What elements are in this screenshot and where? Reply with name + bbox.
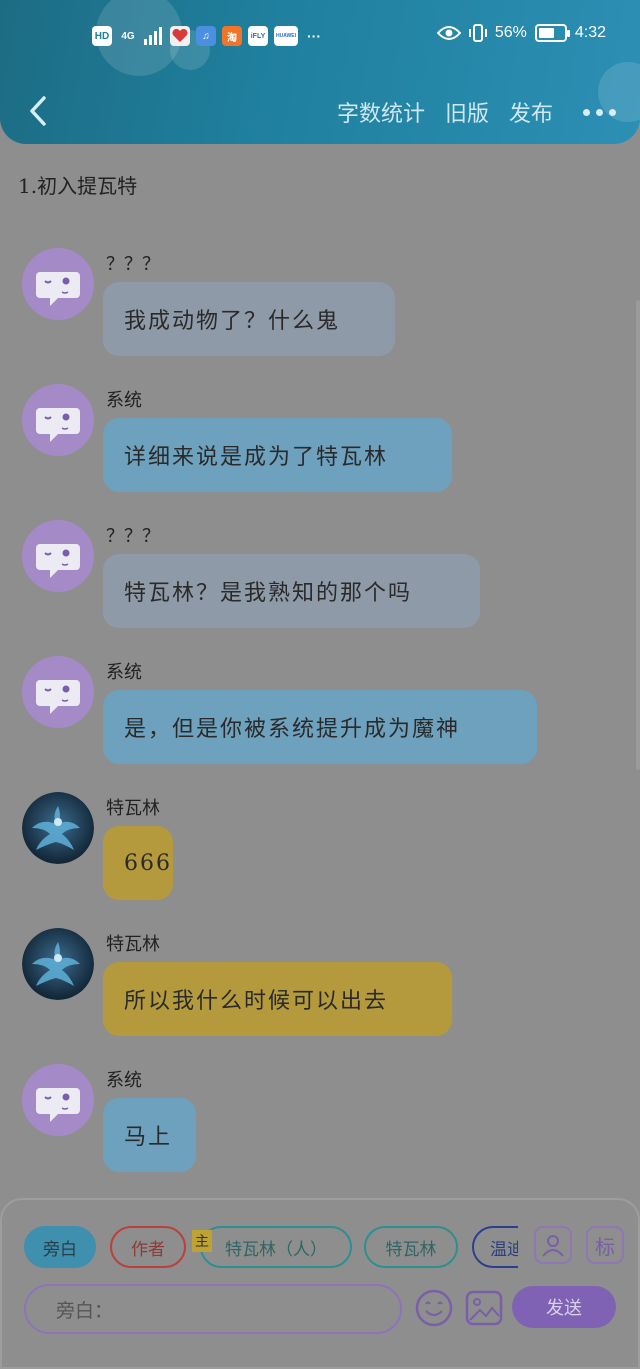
chat-message[interactable]: ？？？ 我成动物了？什么鬼: [22, 248, 622, 368]
app-icon-red: [170, 26, 190, 46]
vibrate-icon: [468, 24, 487, 42]
sender-name: 特瓦林: [106, 798, 160, 819]
battery-icon: [534, 24, 570, 42]
sender-name: 特瓦林: [106, 934, 160, 955]
sender-name: 系统: [106, 390, 142, 411]
chat-message[interactable]: 特瓦林所以我什么时候可以出去: [22, 928, 622, 1048]
sender-name: ？？？: [106, 526, 160, 547]
emoji-icon[interactable]: [414, 1288, 454, 1328]
message-bubble[interactable]: 是，但是你被系统提升成为魔神: [103, 690, 537, 764]
publish-button[interactable]: 发布: [509, 96, 553, 128]
role-chip-venti[interactable]: 温迪: [472, 1226, 518, 1268]
status-bar: HD 4G ♫ 淘 iFLY HUAWEI ··· 56% 4:32: [0, 22, 640, 52]
music-app-icon: ♫: [196, 26, 216, 46]
ifly-app-icon: iFLY: [248, 26, 268, 46]
role-chip-narrator[interactable]: 旁白: [24, 1226, 96, 1268]
role-selector: 旁白 作者 主 特瓦林（人） 特瓦林 温迪: [24, 1226, 518, 1270]
eye-icon: [436, 26, 461, 40]
message-bubble[interactable]: 666: [103, 826, 173, 900]
clock: 4:32: [574, 24, 606, 41]
tvalin-avatar[interactable]: [22, 792, 94, 864]
word-count-button[interactable]: 字数统计: [337, 96, 425, 128]
message-bubble[interactable]: 我成动物了？什么鬼: [103, 282, 395, 356]
taobao-app-icon: 淘: [222, 26, 242, 46]
image-icon[interactable]: [464, 1288, 504, 1328]
more-notifications-icon: ···: [307, 28, 321, 44]
signal-icon: [144, 27, 162, 45]
system-avatar[interactable]: [22, 520, 94, 592]
sender-name: 系统: [106, 662, 142, 683]
scrollbar[interactable]: [636, 300, 640, 770]
chat-message[interactable]: 特瓦林 666: [22, 792, 622, 912]
old-version-button[interactable]: 旧版: [445, 96, 489, 128]
sender-name: 系统: [106, 1070, 142, 1091]
system-avatar[interactable]: [22, 248, 94, 320]
more-options-icon[interactable]: [583, 108, 616, 116]
main-role-tag: 主: [192, 1230, 212, 1252]
chapter-title[interactable]: 1.初入提瓦特: [18, 170, 137, 199]
composer-panel: 旁白 作者 主 特瓦林（人） 特瓦林 温迪 标 旁白： 发送: [0, 1198, 640, 1369]
huawei-app-icon: HUAWEI: [274, 26, 298, 46]
character-settings-button[interactable]: [534, 1226, 572, 1264]
hd-icon: HD: [92, 26, 112, 46]
message-input[interactable]: 旁白：: [24, 1284, 402, 1334]
role-chip-tvalin[interactable]: 特瓦林: [364, 1226, 458, 1268]
chat-message[interactable]: 系统详细来说是成为了特瓦林: [22, 384, 622, 504]
chat-message[interactable]: 系统 马上: [22, 1064, 622, 1184]
system-avatar[interactable]: [22, 1064, 94, 1136]
chat-message[interactable]: 系统是，但是你被系统提升成为魔神: [22, 656, 622, 776]
message-bubble[interactable]: 马上: [103, 1098, 196, 1172]
send-button[interactable]: 发送: [512, 1286, 616, 1328]
person-icon: [542, 1235, 564, 1257]
back-arrow-icon[interactable]: [24, 94, 54, 128]
message-bubble[interactable]: 所以我什么时候可以出去: [103, 962, 452, 1036]
role-chip-tvalin-human[interactable]: 特瓦林（人）: [200, 1226, 352, 1268]
sender-name: ？？？: [106, 254, 160, 275]
tvalin-avatar[interactable]: [22, 928, 94, 1000]
system-avatar[interactable]: [22, 656, 94, 728]
system-avatar[interactable]: [22, 384, 94, 456]
role-chip-author[interactable]: 作者: [110, 1226, 186, 1268]
nav-bar: 字数统计 旧版 发布: [0, 86, 640, 136]
chat-message[interactable]: ？？？ 特瓦林？是我熟知的那个吗: [22, 520, 622, 640]
network-4g-icon: 4G: [121, 30, 135, 42]
message-bubble[interactable]: 详细来说是成为了特瓦林: [103, 418, 452, 492]
top-header: HD 4G ♫ 淘 iFLY HUAWEI ··· 56% 4:32 字数统计 …: [0, 0, 640, 144]
message-bubble[interactable]: 特瓦林？是我熟知的那个吗: [103, 554, 480, 628]
battery-percent: 56%: [494, 24, 527, 41]
tag-button[interactable]: 标: [586, 1226, 624, 1264]
